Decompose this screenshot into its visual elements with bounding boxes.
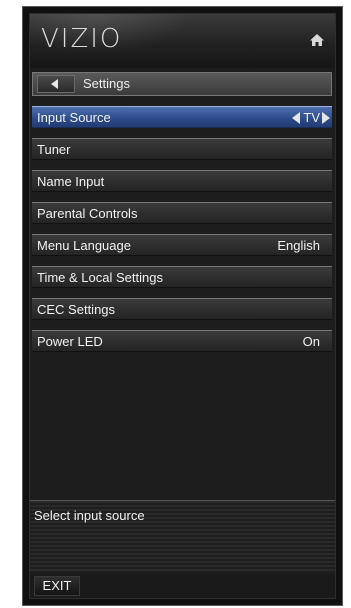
arrow-right-icon[interactable]	[322, 112, 330, 124]
exit-button[interactable]: EXIT	[34, 576, 80, 596]
menu-item-menu-language[interactable]: Menu Language English	[32, 234, 332, 256]
back-button[interactable]	[37, 75, 75, 93]
menu-item-label: Menu Language	[37, 238, 131, 253]
menu-item-label: Input Source	[37, 110, 111, 125]
menu-item-time-local-settings[interactable]: Time & Local Settings	[32, 266, 332, 288]
menu-item-label: Parental Controls	[37, 206, 138, 221]
vizio-logo: VIZIO	[41, 24, 123, 54]
breadcrumb-label: Settings	[83, 76, 130, 91]
menu-item-tuner[interactable]: Tuner	[32, 138, 332, 160]
menu-item-name-input[interactable]: Name Input	[32, 170, 332, 192]
home-icon[interactable]	[309, 32, 325, 48]
power-led-value: On	[302, 334, 320, 349]
menu-item-label: CEC Settings	[37, 302, 116, 317]
menu-header: VIZIO	[30, 14, 335, 68]
menu-item-label: Tuner	[37, 142, 71, 157]
chevron-left-icon	[51, 79, 58, 89]
footer: EXIT	[30, 574, 335, 598]
settings-menu: Input Source TV Tuner Name Input Parenta…	[32, 106, 332, 362]
menu-item-label: Time & Local Settings	[37, 270, 163, 285]
menu-item-cec-settings[interactable]: CEC Settings	[32, 298, 332, 320]
menu-item-parental-controls[interactable]: Parental Controls	[32, 202, 332, 224]
menu-item-label: Power LED	[37, 334, 103, 349]
menu-item-label: Name Input	[37, 174, 105, 189]
tv-menu-frame: VIZIO Settings Input Source TV Tuner Nam…	[22, 6, 343, 606]
menu-item-input-source[interactable]: Input Source TV	[32, 106, 332, 128]
breadcrumb: Settings	[32, 72, 332, 96]
menu-item-power-led[interactable]: Power LED On	[32, 330, 332, 352]
arrow-left-icon[interactable]	[292, 112, 301, 124]
settings-panel: VIZIO Settings Input Source TV Tuner Nam…	[29, 13, 336, 599]
menu-language-value: English	[277, 238, 320, 253]
help-text: Select input source	[34, 508, 145, 523]
help-area: Select input source	[30, 500, 335, 573]
input-source-selector[interactable]: TV	[292, 111, 330, 125]
input-source-value: TV	[303, 110, 320, 125]
